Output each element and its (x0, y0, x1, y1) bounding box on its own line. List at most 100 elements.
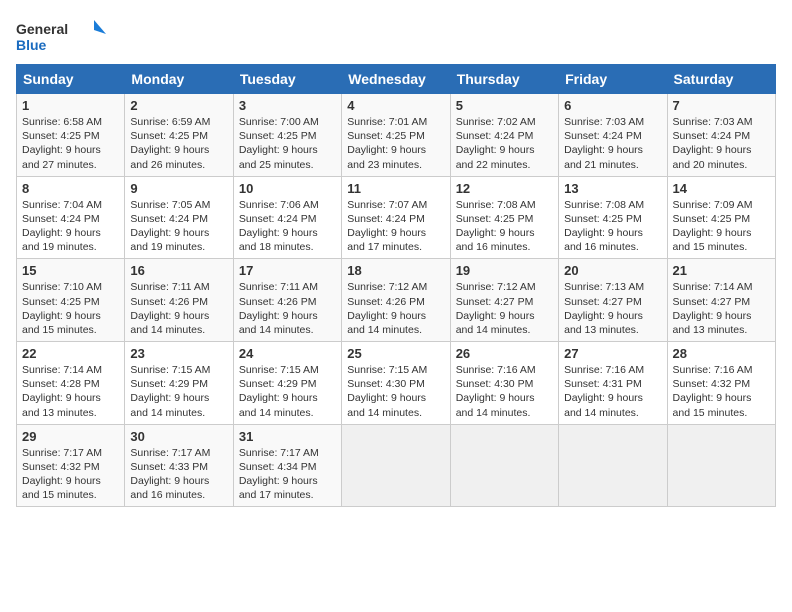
day-number: 7 (673, 98, 770, 113)
cell-content: Sunrise: 7:00 AMSunset: 4:25 PMDaylight:… (239, 115, 336, 172)
calendar-cell: 18 Sunrise: 7:12 AMSunset: 4:26 PMDayligh… (342, 259, 450, 342)
cell-content: Sunrise: 7:02 AMSunset: 4:24 PMDaylight:… (456, 115, 553, 172)
logo: General Blue (16, 16, 106, 56)
svg-text:Blue: Blue (16, 37, 47, 53)
day-number: 20 (564, 263, 661, 278)
day-number: 26 (456, 346, 553, 361)
cell-content: Sunrise: 7:03 AMSunset: 4:24 PMDaylight:… (673, 115, 770, 172)
day-number: 16 (130, 263, 227, 278)
day-number: 25 (347, 346, 444, 361)
cell-content: Sunrise: 7:15 AMSunset: 4:29 PMDaylight:… (130, 363, 227, 420)
calendar-cell: 4 Sunrise: 7:01 AMSunset: 4:25 PMDaylight… (342, 94, 450, 177)
day-number: 30 (130, 429, 227, 444)
day-number: 22 (22, 346, 119, 361)
calendar-cell (342, 424, 450, 507)
header-day-sunday: Sunday (17, 65, 125, 94)
day-number: 21 (673, 263, 770, 278)
calendar-cell (559, 424, 667, 507)
calendar-cell: 31 Sunrise: 7:17 AMSunset: 4:34 PMDayligh… (233, 424, 341, 507)
cell-content: Sunrise: 7:07 AMSunset: 4:24 PMDaylight:… (347, 198, 444, 255)
calendar-week-row: 1 Sunrise: 6:58 AMSunset: 4:25 PMDaylight… (17, 94, 776, 177)
calendar-cell: 5 Sunrise: 7:02 AMSunset: 4:24 PMDaylight… (450, 94, 558, 177)
day-number: 24 (239, 346, 336, 361)
calendar-cell: 3 Sunrise: 7:00 AMSunset: 4:25 PMDaylight… (233, 94, 341, 177)
day-number: 4 (347, 98, 444, 113)
day-number: 18 (347, 263, 444, 278)
calendar-cell: 12 Sunrise: 7:08 AMSunset: 4:25 PMDayligh… (450, 176, 558, 259)
cell-content: Sunrise: 7:17 AMSunset: 4:34 PMDaylight:… (239, 446, 336, 503)
header-day-friday: Friday (559, 65, 667, 94)
day-number: 3 (239, 98, 336, 113)
day-number: 6 (564, 98, 661, 113)
calendar-cell (667, 424, 775, 507)
calendar-cell: 15Sunrise: 7:10 AMSunset: 4:25 PMDayligh… (17, 259, 125, 342)
cell-content: Sunrise: 7:16 AMSunset: 4:32 PMDaylight:… (673, 363, 770, 420)
day-number: 12 (456, 181, 553, 196)
cell-content: Sunrise: 7:12 AMSunset: 4:26 PMDaylight:… (347, 280, 444, 337)
day-number: 2 (130, 98, 227, 113)
calendar-week-row: 29 Sunrise: 7:17 AMSunset: 4:32 PMDayligh… (17, 424, 776, 507)
calendar-cell: 28 Sunrise: 7:16 AMSunset: 4:32 PMDayligh… (667, 342, 775, 425)
calendar-cell (450, 424, 558, 507)
header-day-saturday: Saturday (667, 65, 775, 94)
day-number: 10 (239, 181, 336, 196)
calendar-cell: 30Sunrise: 7:17 AMSunset: 4:33 PMDayligh… (125, 424, 233, 507)
calendar-cell: 26 Sunrise: 7:16 AMSunset: 4:30 PMDayligh… (450, 342, 558, 425)
cell-content: Sunrise: 7:15 AMSunset: 4:29 PMDaylight:… (239, 363, 336, 420)
day-number: 14 (673, 181, 770, 196)
cell-content: Sunrise: 7:14 AMSunset: 4:27 PMDaylight:… (673, 280, 770, 337)
cell-content: Sunrise: 7:11 AMSunset: 4:26 PMDaylight:… (239, 280, 336, 337)
calendar-week-row: 22 Sunrise: 7:14 AMSunset: 4:28 PMDayligh… (17, 342, 776, 425)
cell-content: Sunrise: 7:04 AMSunset: 4:24 PMDaylight:… (22, 198, 119, 255)
cell-content: Sunrise: 7:16 AMSunset: 4:30 PMDaylight:… (456, 363, 553, 420)
day-number: 13 (564, 181, 661, 196)
day-number: 1 (22, 98, 119, 113)
cell-content: Sunrise: 7:15 AMSunset: 4:30 PMDaylight:… (347, 363, 444, 420)
day-number: 27 (564, 346, 661, 361)
day-number: 9 (130, 181, 227, 196)
calendar-cell: 20Sunrise: 7:13 AMSunset: 4:27 PMDayligh… (559, 259, 667, 342)
day-number: 17 (239, 263, 336, 278)
cell-content: Sunrise: 7:16 AMSunset: 4:31 PMDaylight:… (564, 363, 661, 420)
calendar-cell: 10 Sunrise: 7:06 AMSunset: 4:24 PMDayligh… (233, 176, 341, 259)
cell-content: Sunrise: 7:10 AMSunset: 4:25 PMDaylight:… (22, 280, 119, 337)
cell-content: Sunrise: 6:58 AMSunset: 4:25 PMDaylight:… (22, 115, 119, 172)
calendar-cell: 24 Sunrise: 7:15 AMSunset: 4:29 PMDayligh… (233, 342, 341, 425)
header-day-wednesday: Wednesday (342, 65, 450, 94)
day-number: 29 (22, 429, 119, 444)
calendar-week-row: 15Sunrise: 7:10 AMSunset: 4:25 PMDayligh… (17, 259, 776, 342)
logo-svg: General Blue (16, 16, 106, 56)
calendar-cell: 13Sunrise: 7:08 AMSunset: 4:25 PMDayligh… (559, 176, 667, 259)
day-number: 23 (130, 346, 227, 361)
calendar-cell: 9Sunrise: 7:05 AMSunset: 4:24 PMDaylight… (125, 176, 233, 259)
calendar-cell: 16 Sunrise: 7:11 AMSunset: 4:26 PMDayligh… (125, 259, 233, 342)
calendar-cell: 19Sunrise: 7:12 AMSunset: 4:27 PMDayligh… (450, 259, 558, 342)
day-number: 19 (456, 263, 553, 278)
calendar-week-row: 8 Sunrise: 7:04 AMSunset: 4:24 PMDaylight… (17, 176, 776, 259)
header-day-thursday: Thursday (450, 65, 558, 94)
calendar-cell: 25 Sunrise: 7:15 AMSunset: 4:30 PMDayligh… (342, 342, 450, 425)
cell-content: Sunrise: 7:09 AMSunset: 4:25 PMDaylight:… (673, 198, 770, 255)
calendar-cell: 7 Sunrise: 7:03 AMSunset: 4:24 PMDaylight… (667, 94, 775, 177)
cell-content: Sunrise: 7:03 AMSunset: 4:24 PMDaylight:… (564, 115, 661, 172)
header: General Blue (16, 16, 776, 56)
day-number: 5 (456, 98, 553, 113)
cell-content: Sunrise: 7:17 AMSunset: 4:32 PMDaylight:… (22, 446, 119, 503)
calendar-cell: 22 Sunrise: 7:14 AMSunset: 4:28 PMDayligh… (17, 342, 125, 425)
header-day-monday: Monday (125, 65, 233, 94)
cell-content: Sunrise: 7:01 AMSunset: 4:25 PMDaylight:… (347, 115, 444, 172)
calendar-table: SundayMondayTuesdayWednesdayThursdayFrid… (16, 64, 776, 507)
calendar-cell: 11Sunrise: 7:07 AMSunset: 4:24 PMDayligh… (342, 176, 450, 259)
cell-content: Sunrise: 6:59 AMSunset: 4:25 PMDaylight:… (130, 115, 227, 172)
cell-content: Sunrise: 7:08 AMSunset: 4:25 PMDaylight:… (456, 198, 553, 255)
cell-content: Sunrise: 7:06 AMSunset: 4:24 PMDaylight:… (239, 198, 336, 255)
calendar-cell: 6 Sunrise: 7:03 AMSunset: 4:24 PMDaylight… (559, 94, 667, 177)
calendar-header-row: SundayMondayTuesdayWednesdayThursdayFrid… (17, 65, 776, 94)
cell-content: Sunrise: 7:11 AMSunset: 4:26 PMDaylight:… (130, 280, 227, 337)
day-number: 28 (673, 346, 770, 361)
svg-text:General: General (16, 21, 68, 37)
day-number: 8 (22, 181, 119, 196)
calendar-cell: 23 Sunrise: 7:15 AMSunset: 4:29 PMDayligh… (125, 342, 233, 425)
day-number: 31 (239, 429, 336, 444)
cell-content: Sunrise: 7:14 AMSunset: 4:28 PMDaylight:… (22, 363, 119, 420)
